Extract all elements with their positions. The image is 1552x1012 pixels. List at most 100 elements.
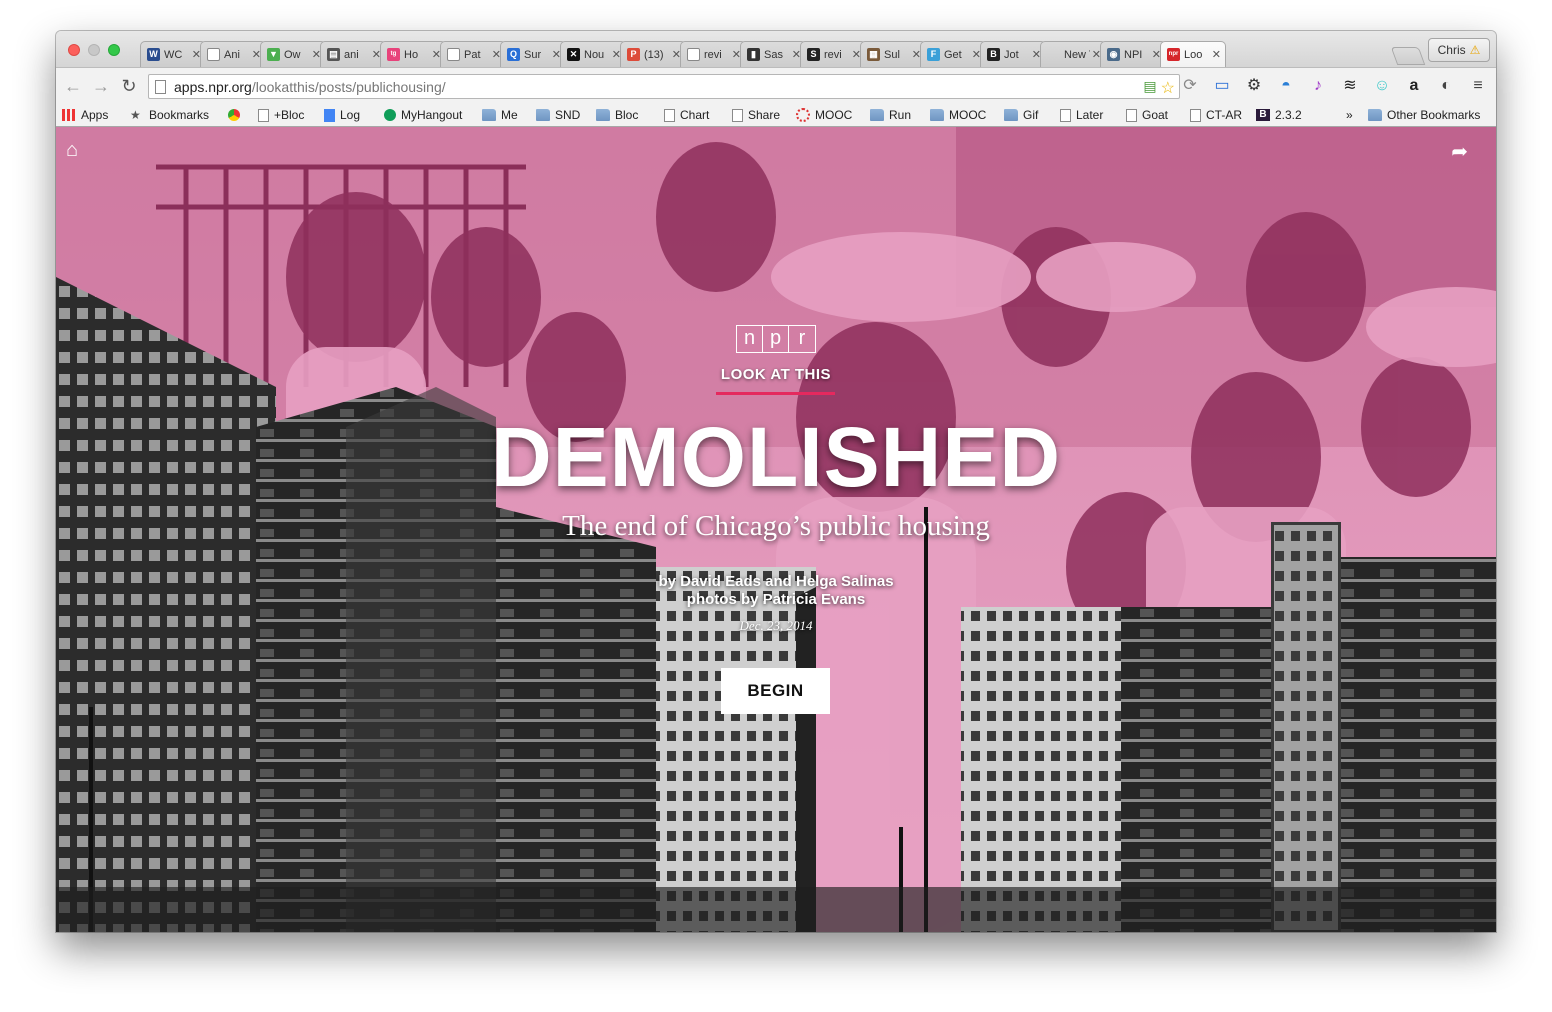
tg-favicon-icon: tg bbox=[387, 48, 400, 61]
npr-favicon-icon: npr bbox=[1167, 48, 1180, 61]
bookmark-item[interactable]: Me bbox=[482, 107, 518, 123]
bookmark-item[interactable]: Share bbox=[732, 107, 780, 123]
bookmark-label: Apps bbox=[81, 108, 109, 122]
browser-tab[interactable]: ▤ ani ✕ bbox=[320, 41, 386, 67]
browser-tab[interactable]: Q Sur ✕ bbox=[500, 41, 566, 67]
bookmark-label: MOOC bbox=[815, 108, 853, 122]
share-icon[interactable]: ➦ bbox=[1451, 139, 1468, 164]
gear-extension-icon[interactable]: ⚙ bbox=[1244, 76, 1264, 96]
bookmark-star-icon[interactable]: ☆ bbox=[1161, 78, 1175, 98]
bookmark-item[interactable] bbox=[228, 107, 245, 123]
page-icon bbox=[1190, 108, 1201, 122]
profile-name: Chris bbox=[1437, 43, 1466, 57]
page-favicon-icon bbox=[447, 48, 460, 61]
forward-button[interactable]: → bbox=[90, 76, 112, 96]
browser-tab[interactable]: ▮ Sas ✕ bbox=[740, 41, 806, 67]
bookmark-label: Chart bbox=[680, 108, 710, 122]
bookmark-item[interactable]: Run bbox=[870, 107, 911, 123]
browser-tab[interactable]: ◉ NPI ✕ bbox=[1100, 41, 1166, 67]
bookmarks-overflow-button[interactable]: » bbox=[1346, 107, 1353, 123]
bookmark-item[interactable]: Apps bbox=[62, 107, 108, 123]
tab-title: revi bbox=[824, 48, 842, 61]
close-window-button[interactable] bbox=[68, 44, 80, 56]
owl-favicon-icon: ▼ bbox=[267, 48, 280, 61]
bookmark-item[interactable]: Chart bbox=[664, 107, 709, 123]
browser-tab[interactable]: P (13) ✕ bbox=[620, 41, 686, 67]
browser-tab[interactable]: ▼ Ow ✕ bbox=[260, 41, 326, 67]
npr-logo: n p r bbox=[736, 325, 816, 353]
browser-window: W WC ✕ Ani ✕ ▼ Ow ✕ ▤ ani ✕ tg Ho ✕ Pat ✕ Q Sur ✕ ✕ Nou ✕ P (13… bbox=[56, 31, 1496, 932]
chrome-icon bbox=[228, 109, 240, 121]
browser-tab[interactable]: ▦ Sul ✕ bbox=[860, 41, 926, 67]
tab-title: Ow bbox=[284, 48, 301, 61]
bookmark-label: Share bbox=[748, 108, 781, 122]
bookmark-item[interactable]: MOOC bbox=[930, 107, 986, 123]
other-bookmarks-button[interactable]: Other Bookmarks bbox=[1368, 107, 1480, 123]
bookmark-item[interactable]: Gif bbox=[1004, 107, 1038, 123]
bookmark-label: Bloc bbox=[615, 108, 639, 122]
address-bar[interactable]: apps.npr.org/lookatthis/posts/publichous… bbox=[148, 74, 1180, 99]
bookmark-item[interactable]: Bloc bbox=[596, 107, 638, 123]
p-favicon-icon: P bbox=[627, 48, 640, 61]
globe-extension-icon[interactable]: ◓ bbox=[1276, 76, 1296, 96]
browser-tab[interactable]: revi ✕ bbox=[680, 41, 746, 67]
folder-icon bbox=[870, 109, 884, 121]
browser-tab[interactable]: npr Loo ✕ bbox=[1160, 41, 1226, 67]
browser-tab[interactable]: New T✕ bbox=[1040, 41, 1106, 67]
photo-credit: photos by Patricia Evans bbox=[686, 591, 866, 608]
screenshot-extension-icon[interactable]: ▭ bbox=[1212, 76, 1232, 96]
browser-tab[interactable]: W WC ✕ bbox=[140, 41, 206, 67]
authors: by David Eads and Helga Salinas bbox=[658, 573, 894, 590]
folder-icon bbox=[1368, 109, 1382, 121]
star-icon: ★ bbox=[130, 108, 141, 122]
menu-icon[interactable]: ≡ bbox=[1468, 76, 1488, 96]
tab-title: Pat bbox=[464, 48, 481, 61]
bot-extension-icon[interactable]: ☺ bbox=[1372, 76, 1392, 96]
new-tab-button[interactable] bbox=[1390, 47, 1426, 65]
amazon-extension-icon[interactable]: a bbox=[1404, 76, 1424, 96]
page-favicon-icon bbox=[207, 48, 220, 61]
bookmark-item[interactable]: Later bbox=[1060, 107, 1103, 123]
bookmark-item[interactable]: MyHangout bbox=[384, 107, 462, 123]
browser-tab[interactable]: Pat ✕ bbox=[440, 41, 506, 67]
minimize-window-button[interactable] bbox=[88, 44, 100, 56]
browser-tab[interactable]: ✕ Nou ✕ bbox=[560, 41, 626, 67]
compass-extension-icon[interactable]: ◐ bbox=[1436, 76, 1456, 96]
close-tab-icon[interactable]: ✕ bbox=[1212, 48, 1221, 61]
title-bar: W WC ✕ Ani ✕ ▼ Ow ✕ ▤ ani ✕ tg Ho ✕ Pat ✕ Q Sur ✕ ✕ Nou ✕ P (13… bbox=[56, 31, 1496, 67]
page-icon bbox=[664, 108, 675, 122]
folder-icon bbox=[1004, 109, 1018, 121]
bookmark-item[interactable]: SND bbox=[536, 107, 580, 123]
bookmark-item[interactable]: B 2.3.2 bbox=[1256, 107, 1302, 123]
browser-tab[interactable]: Ani ✕ bbox=[200, 41, 266, 67]
publish-date: Dec. 23, 2014 bbox=[739, 618, 813, 633]
zoom-window-button[interactable] bbox=[108, 44, 120, 56]
page-icon bbox=[258, 108, 269, 122]
q-favicon-icon: Q bbox=[507, 48, 520, 61]
bookmark-item[interactable]: MOOC bbox=[796, 107, 852, 123]
browser-tab[interactable]: F Get ✕ bbox=[920, 41, 986, 67]
bookmark-item[interactable]: +Bloc bbox=[258, 107, 304, 123]
layers-extension-icon[interactable]: ≋ bbox=[1340, 76, 1360, 96]
back-button[interactable]: ← bbox=[62, 76, 84, 96]
f-favicon-icon: F bbox=[927, 48, 940, 61]
tab-title: (13) bbox=[644, 48, 664, 61]
reload-button[interactable]: ↻ bbox=[118, 76, 140, 96]
browser-tab[interactable]: B Jot ✕ bbox=[980, 41, 1046, 67]
bookmark-item[interactable]: Log bbox=[324, 107, 360, 123]
bookmark-item[interactable]: Goat bbox=[1126, 107, 1168, 123]
tab-title: Sur bbox=[524, 48, 542, 61]
rss-icon[interactable]: ▤ bbox=[1143, 78, 1156, 98]
bookmark-item[interactable]: ★ Bookmarks bbox=[130, 107, 209, 123]
home-icon[interactable]: ⌂ bbox=[66, 139, 78, 162]
bookmark-label: 2.3.2 bbox=[1275, 108, 1302, 122]
music-extension-icon[interactable]: ♪ bbox=[1308, 76, 1328, 96]
folder-icon bbox=[930, 109, 944, 121]
browser-tab[interactable]: Srevi ✕ bbox=[800, 41, 866, 67]
begin-button[interactable]: BEGIN bbox=[721, 668, 830, 714]
image-favicon-icon: ▦ bbox=[867, 48, 880, 61]
profile-button[interactable]: Chris ⚠ bbox=[1428, 38, 1490, 62]
bookmark-item[interactable]: CT-AR bbox=[1190, 107, 1242, 123]
browser-tab[interactable]: tg Ho ✕ bbox=[380, 41, 446, 67]
sync-extension-icon[interactable]: ⟳ bbox=[1180, 76, 1200, 96]
